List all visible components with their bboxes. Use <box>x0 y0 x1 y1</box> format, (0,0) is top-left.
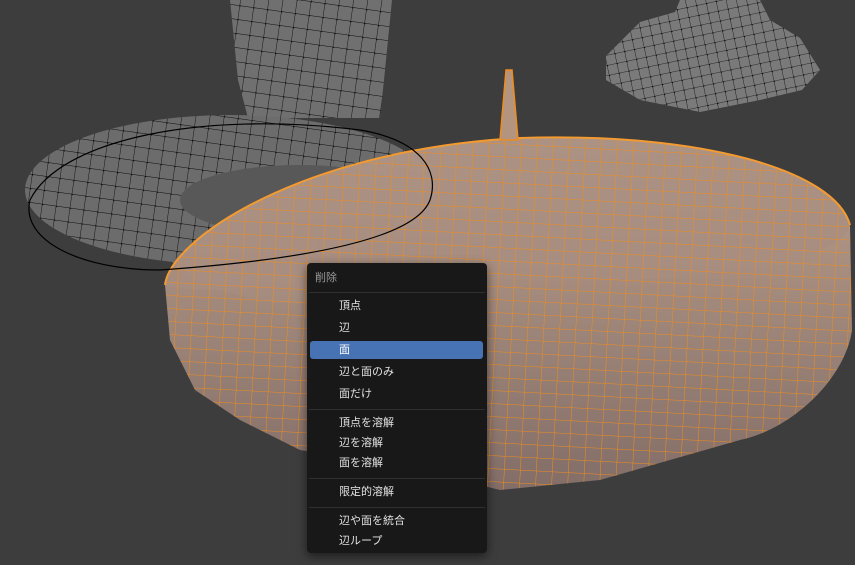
menu-title: 削除 <box>315 271 337 284</box>
menu-item-vertices[interactable]: 頂点 <box>310 297 483 315</box>
menu-item-edge-loops[interactable]: 辺ループ <box>310 532 483 550</box>
menu-item-edges[interactable]: 辺 <box>310 319 483 337</box>
menu-item-faces[interactable]: 面 <box>310 341 483 359</box>
menu-separator <box>309 292 485 293</box>
menu-separator <box>309 409 485 410</box>
gray-small-mesh <box>606 0 820 112</box>
menu-item-dissolve-edges[interactable]: 辺を溶解 <box>310 434 483 452</box>
delete-context-menu: 削除 頂点 辺 面 辺と面のみ 面だけ 頂点を溶解 辺を溶解 面を溶解 限定的溶… <box>307 263 487 553</box>
menu-item-edges-faces-only[interactable]: 辺と面のみ <box>310 363 483 381</box>
menu-separator <box>309 507 485 508</box>
menu-item-limited-dissolve[interactable]: 限定的溶解 <box>310 483 483 501</box>
menu-item-dissolve-vertices[interactable]: 頂点を溶解 <box>310 414 483 432</box>
menu-item-only-faces[interactable]: 面だけ <box>310 385 483 403</box>
menu-item-dissolve-faces[interactable]: 面を溶解 <box>310 454 483 472</box>
menu-item-collapse-edges-faces[interactable]: 辺や面を統合 <box>310 512 483 530</box>
menu-separator <box>309 478 485 479</box>
gray-stem-mesh <box>230 0 392 118</box>
